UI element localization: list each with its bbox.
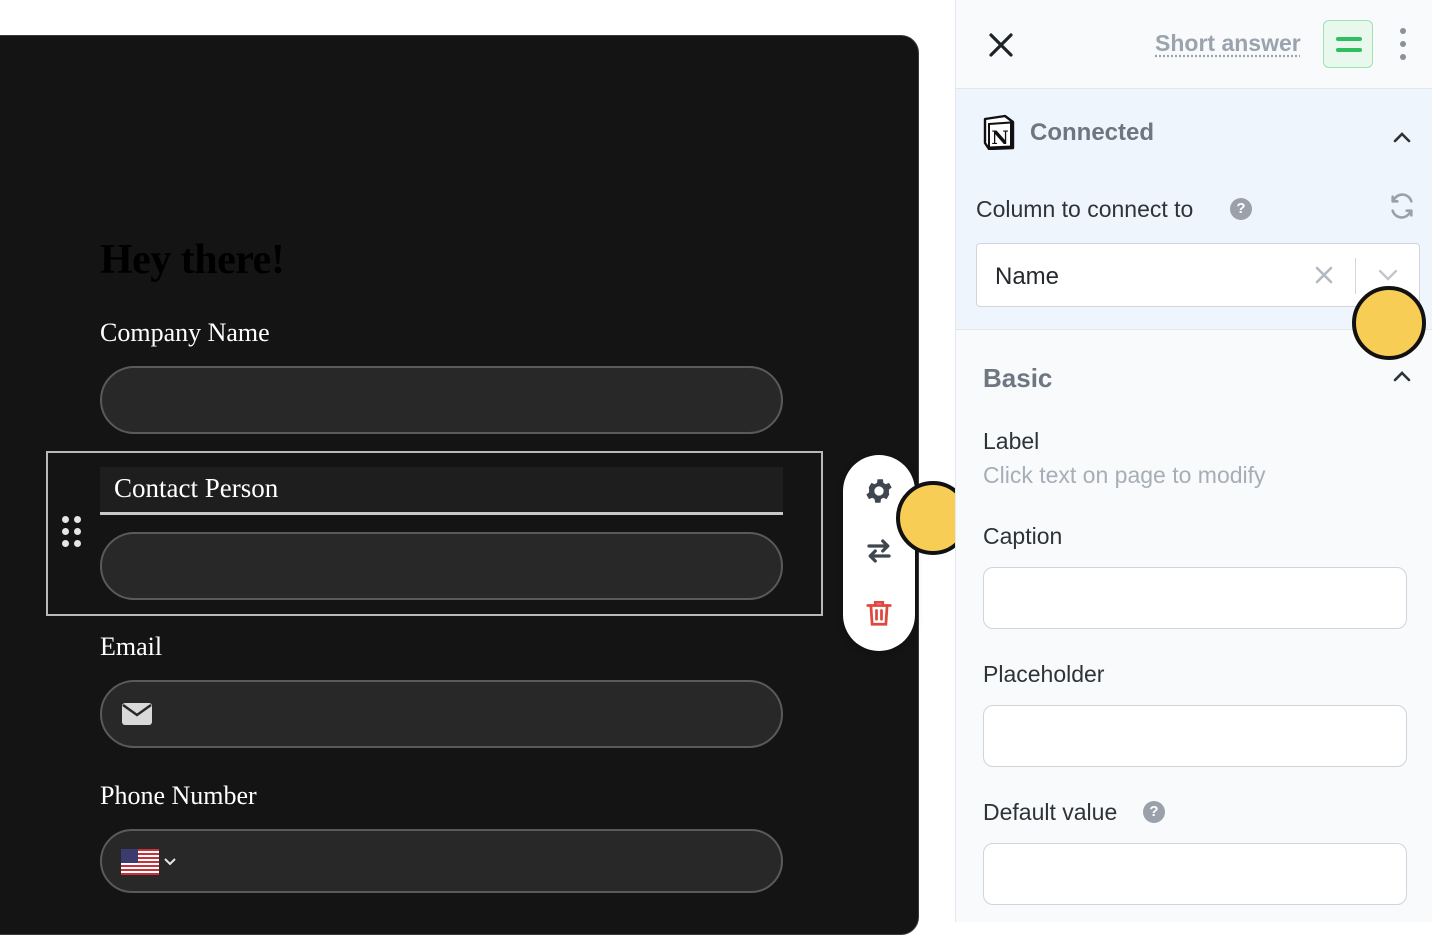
company-name-label[interactable]: Company Name	[100, 318, 270, 348]
phone-number-input[interactable]	[100, 829, 783, 893]
form-title[interactable]: Hey there!	[100, 236, 285, 284]
drag-handle-icon[interactable]	[62, 516, 84, 548]
collapse-connection-chevron-up-icon[interactable]	[1393, 131, 1411, 143]
notion-logo-icon: N	[981, 114, 1017, 155]
basic-section-title: Basic	[983, 363, 1053, 393]
column-select-value: Name	[995, 263, 1060, 290]
cursor-highlight	[1352, 286, 1426, 360]
email-input[interactable]	[100, 680, 783, 748]
placeholder-input[interactable]	[983, 705, 1407, 767]
swap-icon[interactable]	[861, 533, 897, 569]
collapse-basic-chevron-up-icon[interactable]	[1393, 370, 1411, 382]
placeholder-property-title: Placeholder	[983, 661, 1105, 687]
caption-input[interactable]	[983, 567, 1407, 629]
label-property-title: Label	[983, 428, 1040, 454]
more-options-icon[interactable]	[1396, 28, 1410, 60]
connection-status: Connected	[1030, 119, 1155, 146]
chevron-down-icon	[164, 858, 176, 866]
trash-icon[interactable]	[861, 595, 897, 631]
envelope-icon	[122, 703, 152, 730]
caption-property-title: Caption	[983, 523, 1063, 549]
gear-icon[interactable]	[861, 473, 897, 509]
column-select[interactable]: Name	[976, 243, 1420, 307]
contact-person-label-editor[interactable]: Contact Person	[100, 467, 783, 515]
connection-section: N Connected Column to connect to ? Name	[956, 89, 1432, 330]
field-type-link[interactable]: Short answer	[1155, 30, 1301, 57]
contact-person-input[interactable]	[100, 532, 783, 600]
default-value-help-icon[interactable]: ?	[1143, 801, 1165, 823]
svg-text:N: N	[991, 127, 1008, 149]
company-name-input[interactable]	[100, 366, 783, 434]
select-chevron-down-icon[interactable]	[1377, 268, 1399, 287]
label-property-hint: Click text on page to modify	[983, 462, 1266, 488]
field-settings-panel: Short answer N Connected Column to conne…	[955, 0, 1432, 922]
column-connect-label: Column to connect to	[976, 196, 1194, 222]
short-answer-icon[interactable]	[1323, 20, 1373, 68]
close-icon[interactable]	[986, 30, 1016, 60]
column-help-icon[interactable]: ?	[1230, 198, 1252, 220]
refresh-icon[interactable]	[1388, 192, 1416, 225]
email-label[interactable]: Email	[100, 632, 162, 662]
phone-number-label[interactable]: Phone Number	[100, 781, 257, 811]
us-flag-icon	[121, 849, 159, 875]
clear-selection-icon[interactable]	[1313, 264, 1335, 291]
form-canvas: Hey there! Company Name Contact Person E…	[0, 0, 970, 935]
panel-header: Short answer	[956, 0, 1432, 89]
select-separator	[1355, 258, 1356, 294]
default-value-input[interactable]	[983, 843, 1407, 905]
field-toolbar	[843, 455, 915, 651]
default-value-property-title: Default value	[983, 799, 1118, 825]
country-selector[interactable]	[121, 849, 177, 875]
